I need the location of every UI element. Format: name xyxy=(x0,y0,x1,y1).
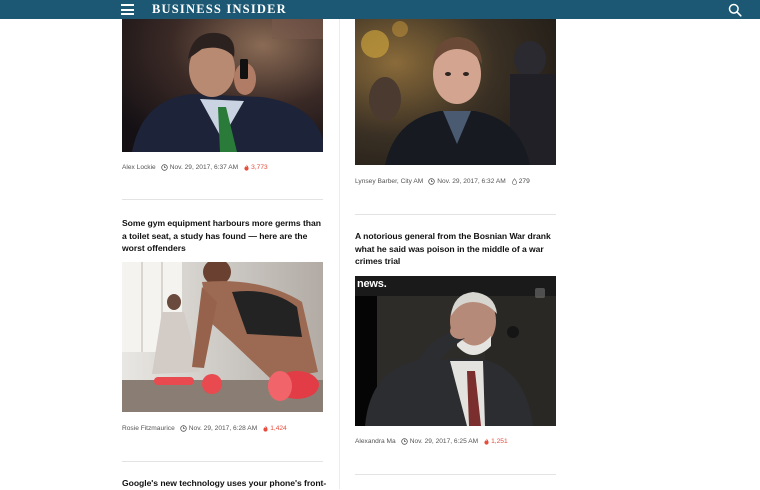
drop-icon xyxy=(511,178,517,185)
article-headline[interactable]: A notorious general from the Bosnian War… xyxy=(355,230,556,268)
article-headline[interactable]: Google's new technology uses your phone'… xyxy=(122,477,332,490)
site-logo[interactable]: BUSINESS INSIDER xyxy=(152,2,287,17)
search-icon[interactable] xyxy=(728,3,742,17)
publish-date: Nov. 29, 2017, 6:25 AM xyxy=(409,438,479,445)
article-image[interactable] xyxy=(122,19,323,152)
article-image[interactable] xyxy=(122,262,323,412)
article-headline[interactable]: Some gym equipment harbours more germs t… xyxy=(122,217,323,255)
top-navigation-bar: BUSINESS INSIDER xyxy=(0,0,760,19)
author-name[interactable]: Rosie Fitzmaurice xyxy=(122,424,175,433)
author-name[interactable]: Alex Lockie xyxy=(122,163,156,172)
author-name[interactable]: Lynsey Barber, City AM xyxy=(355,177,423,186)
flame-icon xyxy=(484,438,489,445)
article-meta: Lynsey Barber, City AM Nov. 29, 2017, 6:… xyxy=(355,177,530,186)
article-divider xyxy=(122,461,323,462)
hamburger-menu-icon[interactable] xyxy=(121,4,134,15)
column-divider xyxy=(339,19,340,489)
publish-date: Nov. 29, 2017, 6:28 AM xyxy=(188,425,258,432)
author-name[interactable]: Alexandra Ma xyxy=(355,437,396,446)
publish-date: Nov. 29, 2017, 6:32 AM xyxy=(437,178,506,185)
article-image[interactable]: news. xyxy=(355,276,556,426)
view-count: 1,424 xyxy=(270,425,287,432)
article-meta: Alexandra Ma Nov. 29, 2017, 6:25 AM 1,25… xyxy=(355,437,508,446)
clock-icon xyxy=(428,178,435,185)
view-count: 1,251 xyxy=(491,438,508,445)
view-count: 279 xyxy=(518,178,530,185)
article-meta: Alex Lockie Nov. 29, 2017, 6:37 AM 3,773 xyxy=(122,163,268,172)
article-meta: Rosie Fitzmaurice Nov. 29, 2017, 6:28 AM… xyxy=(122,424,287,433)
article-divider xyxy=(355,214,556,215)
clock-icon xyxy=(180,425,187,432)
flame-icon xyxy=(263,425,268,432)
article-divider xyxy=(122,199,323,200)
article-divider xyxy=(355,474,556,475)
news-channel-logo: news. xyxy=(357,278,387,290)
clock-icon xyxy=(161,164,168,171)
publish-date: Nov. 29, 2017, 6:37 AM xyxy=(169,164,239,171)
view-count: 3,773 xyxy=(251,164,268,171)
clock-icon xyxy=(400,438,408,445)
flame-icon xyxy=(244,164,249,171)
article-image[interactable] xyxy=(355,19,556,165)
